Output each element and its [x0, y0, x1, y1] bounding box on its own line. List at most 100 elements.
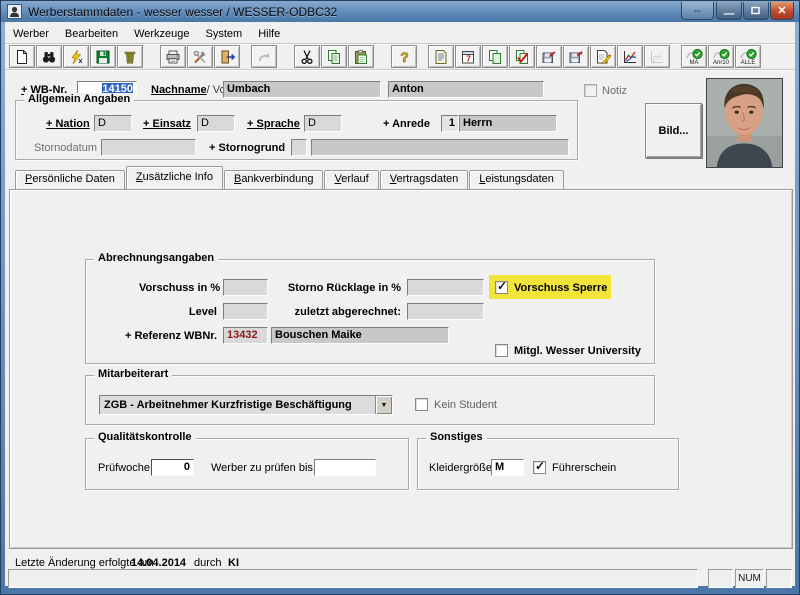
tab-zusaetzliche-info[interactable]: Zusätzliche Info — [126, 166, 223, 189]
tab-bankverbindung[interactable]: Bankverbindung — [224, 170, 324, 189]
referenz-name-field[interactable]: Bouschen Maike — [271, 327, 449, 344]
svg-text:?: ? — [400, 49, 409, 65]
menu-bar: Werber Bearbeiten Werkzeuge System Hilfe — [5, 24, 795, 43]
find-button[interactable] — [36, 45, 62, 68]
pruefen-bis-field[interactable] — [314, 459, 376, 476]
kleidergroesse-field[interactable]: M — [491, 459, 524, 476]
abrechnung-title: Abrechnungsangaben — [94, 252, 218, 264]
qualitaetskontrolle-title: Qualitätskontrolle — [94, 431, 196, 443]
paste-button[interactable] — [348, 45, 374, 68]
vorschuss-label: Vorschuss in % — [139, 282, 217, 294]
exit-button[interactable] — [214, 45, 240, 68]
storno-ruecklage-field[interactable] — [407, 279, 484, 296]
bild-button[interactable]: Bild... — [645, 103, 702, 158]
title-bar[interactable]: Werberstammdaten - wesser wesser / WESSE… — [1, 1, 799, 22]
delete-button[interactable] — [117, 45, 143, 68]
tab-vertragsdaten[interactable]: Vertragsdaten — [380, 170, 469, 189]
einsatz-field[interactable]: D — [197, 115, 235, 132]
menu-hilfe[interactable]: Hilfe — [250, 26, 288, 42]
exit-door-icon — [219, 49, 235, 65]
menu-system[interactable]: System — [198, 26, 251, 42]
pruefwoche-label: Prüfwoche: — [98, 462, 153, 474]
floppy-export-button[interactable] — [536, 45, 562, 68]
mitarbeiterart-combo[interactable]: ZGB - Arbeitnehmer Kurzfristige Beschäft… — [99, 395, 393, 415]
calendar-button[interactable]: 7 — [455, 45, 481, 68]
vorname-field[interactable]: Anton — [388, 81, 544, 98]
anrede-field[interactable]: Herrn — [459, 115, 557, 132]
chart-disabled-icon — [649, 49, 665, 65]
restore-icon — [751, 6, 761, 15]
toolbar: ? 7 MA Anr10 ALLE — [9, 45, 762, 69]
chart-button[interactable] — [617, 45, 643, 68]
duplicate-pages-button[interactable] — [482, 45, 508, 68]
pages-check-button[interactable] — [509, 45, 535, 68]
chart-colored-icon — [622, 49, 638, 65]
zuletzt-abgerechnet-field[interactable] — [407, 303, 484, 320]
undo-button — [251, 45, 277, 68]
zuletzt-abgerechnet-label: zuletzt abgerechnet: — [281, 306, 401, 318]
stornogrund-field[interactable] — [311, 139, 569, 156]
kein-student-checkbox[interactable] — [415, 398, 428, 411]
pruefen-bis-label: Werber zu prüfen bis: — [211, 462, 316, 474]
tab-persoenliche-daten[interactable]: Persönliche Daten — [15, 170, 125, 189]
check-alle-button[interactable]: ALLE — [735, 45, 761, 68]
check-ma-button[interactable]: MA — [681, 45, 707, 68]
help-button[interactable]: ? — [391, 45, 417, 68]
vorschuss-sperre-checkbox[interactable] — [495, 281, 508, 294]
stornogrund-code-field[interactable] — [291, 139, 307, 156]
edit-document-button[interactable] — [590, 45, 616, 68]
referenz-label: + Referenz WBNr. — [121, 330, 217, 342]
combo-dropdown-button[interactable]: ▼ — [375, 396, 392, 414]
tools-button[interactable] — [187, 45, 213, 68]
check-anr10-button[interactable]: Anr10 — [708, 45, 734, 68]
anrede-code-field[interactable]: 1 — [441, 115, 459, 132]
edit-document-icon — [595, 49, 611, 65]
menu-bearbeiten[interactable]: Bearbeiten — [57, 26, 126, 42]
check-anr10-label: Anr10 — [713, 60, 729, 66]
stornodatum-field[interactable] — [101, 139, 196, 156]
durch-label: durch — [194, 557, 222, 569]
nation-field[interactable]: D — [94, 115, 132, 132]
fuehrerschein-label: Führerschein — [552, 462, 616, 474]
help-question-icon: ? — [396, 49, 412, 65]
note-document-button[interactable] — [428, 45, 454, 68]
maximize-button[interactable] — [743, 2, 769, 20]
copy-button[interactable] — [321, 45, 347, 68]
vorschuss-field[interactable] — [223, 279, 268, 296]
floppy-import-button[interactable] — [563, 45, 589, 68]
level-field[interactable] — [223, 303, 268, 320]
tab-verlauf[interactable]: Verlauf — [324, 170, 378, 189]
find-binoculars-icon — [41, 49, 57, 65]
mitarbeiterart-selected: ZGB - Arbeitnehmer Kurzfristige Beschäft… — [100, 396, 375, 414]
nachname-field[interactable]: Umbach — [223, 81, 381, 98]
print-button[interactable] — [160, 45, 186, 68]
new-document-button[interactable] — [9, 45, 35, 68]
flash-find-button[interactable] — [63, 45, 89, 68]
window-arrows-button[interactable]: ⇔ — [681, 2, 714, 20]
pruefwoche-field[interactable]: 0 — [151, 459, 194, 476]
sprache-field[interactable]: D — [304, 115, 342, 132]
notiz-checkbox[interactable] — [584, 84, 597, 97]
menu-werber[interactable]: Werber — [5, 26, 57, 42]
undo-icon — [256, 49, 272, 65]
portrait-photo — [706, 78, 783, 168]
minimize-button[interactable]: — — [716, 2, 742, 20]
tools-icon — [192, 49, 208, 65]
cut-button[interactable] — [294, 45, 320, 68]
tab-leistungsdaten[interactable]: Leistungsdaten — [469, 170, 564, 189]
paste-clipboard-icon — [353, 49, 369, 65]
referenz-nr-field[interactable]: 13432 — [223, 327, 268, 344]
close-button[interactable]: ✕ — [770, 2, 794, 20]
allgemein-title: Allgemein Angaben — [24, 93, 134, 105]
notiz-label: Notiz — [602, 85, 627, 97]
application-window: Werberstammdaten - wesser wesser / WESSE… — [0, 0, 800, 595]
menu-werkzeuge[interactable]: Werkzeuge — [126, 26, 197, 42]
fuehrerschein-checkbox[interactable] — [533, 461, 546, 474]
sonstiges-title: Sonstiges — [426, 431, 487, 443]
save-button[interactable] — [90, 45, 116, 68]
note-document-icon — [433, 49, 449, 65]
toolbar-separator — [5, 69, 795, 71]
pages-red-check-icon — [514, 49, 530, 65]
vorschuss-sperre-label: Vorschuss Sperre — [514, 282, 607, 294]
mitglied-checkbox[interactable] — [495, 344, 508, 357]
